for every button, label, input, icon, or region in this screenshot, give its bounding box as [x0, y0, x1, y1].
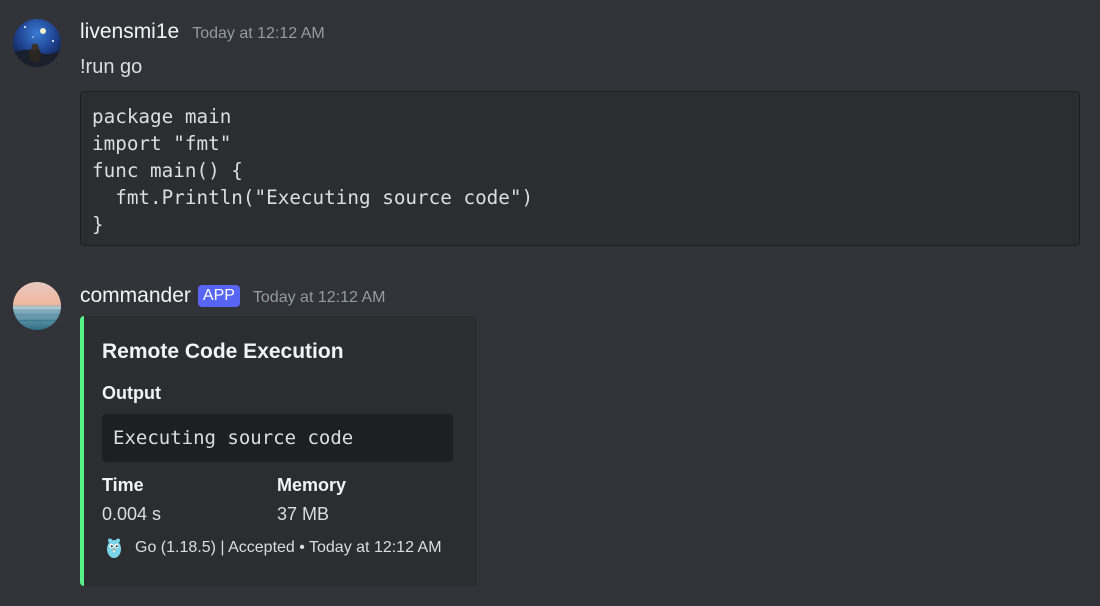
embed-footer: Go (1.18.5) | Accepted • Today at 12:12 … — [102, 536, 442, 560]
username[interactable]: livensmi1e — [80, 20, 179, 44]
code-block: package main import "fmt" func main() { fm… — [80, 91, 1080, 246]
app-badge: APP — [197, 285, 240, 307]
output-label: Output — [102, 383, 161, 403]
sunset-sea-avatar-icon[interactable] — [13, 282, 61, 330]
go-gopher-icon — [107, 538, 121, 558]
timestamp: Today at 12:12 AM — [252, 289, 386, 306]
night-sky-avatar-icon[interactable] — [13, 19, 61, 67]
message-header: livensmi1e Today at 12:12 AM — [80, 20, 325, 44]
memory-field-name: Memory — [277, 475, 347, 495]
code-line: func main() { — [92, 159, 243, 182]
code-line: fmt.Println("Executing source code") — [92, 186, 534, 209]
footer-text: Go (1.18.5) | Accepted • Today at 12:12 … — [135, 539, 442, 556]
output-code-block: Executing source code — [102, 414, 453, 462]
embed-card: Remote Code Execution Output Executing s… — [80, 316, 477, 586]
code-line: package main — [92, 105, 232, 128]
message-text: !run go — [80, 56, 143, 78]
message-header: commander APP Today at 12:12 AM — [80, 284, 385, 309]
code-line: } — [92, 213, 104, 236]
username[interactable]: commander — [80, 284, 191, 308]
timestamp: Today at 12:12 AM — [192, 25, 325, 42]
memory-field-value: 37 MB — [277, 504, 330, 524]
time-field-name: Time — [102, 475, 144, 495]
embed-title: Remote Code Execution — [102, 340, 344, 363]
code-line: import "fmt" — [92, 132, 232, 155]
time-field-value: 0.004 s — [102, 504, 162, 524]
